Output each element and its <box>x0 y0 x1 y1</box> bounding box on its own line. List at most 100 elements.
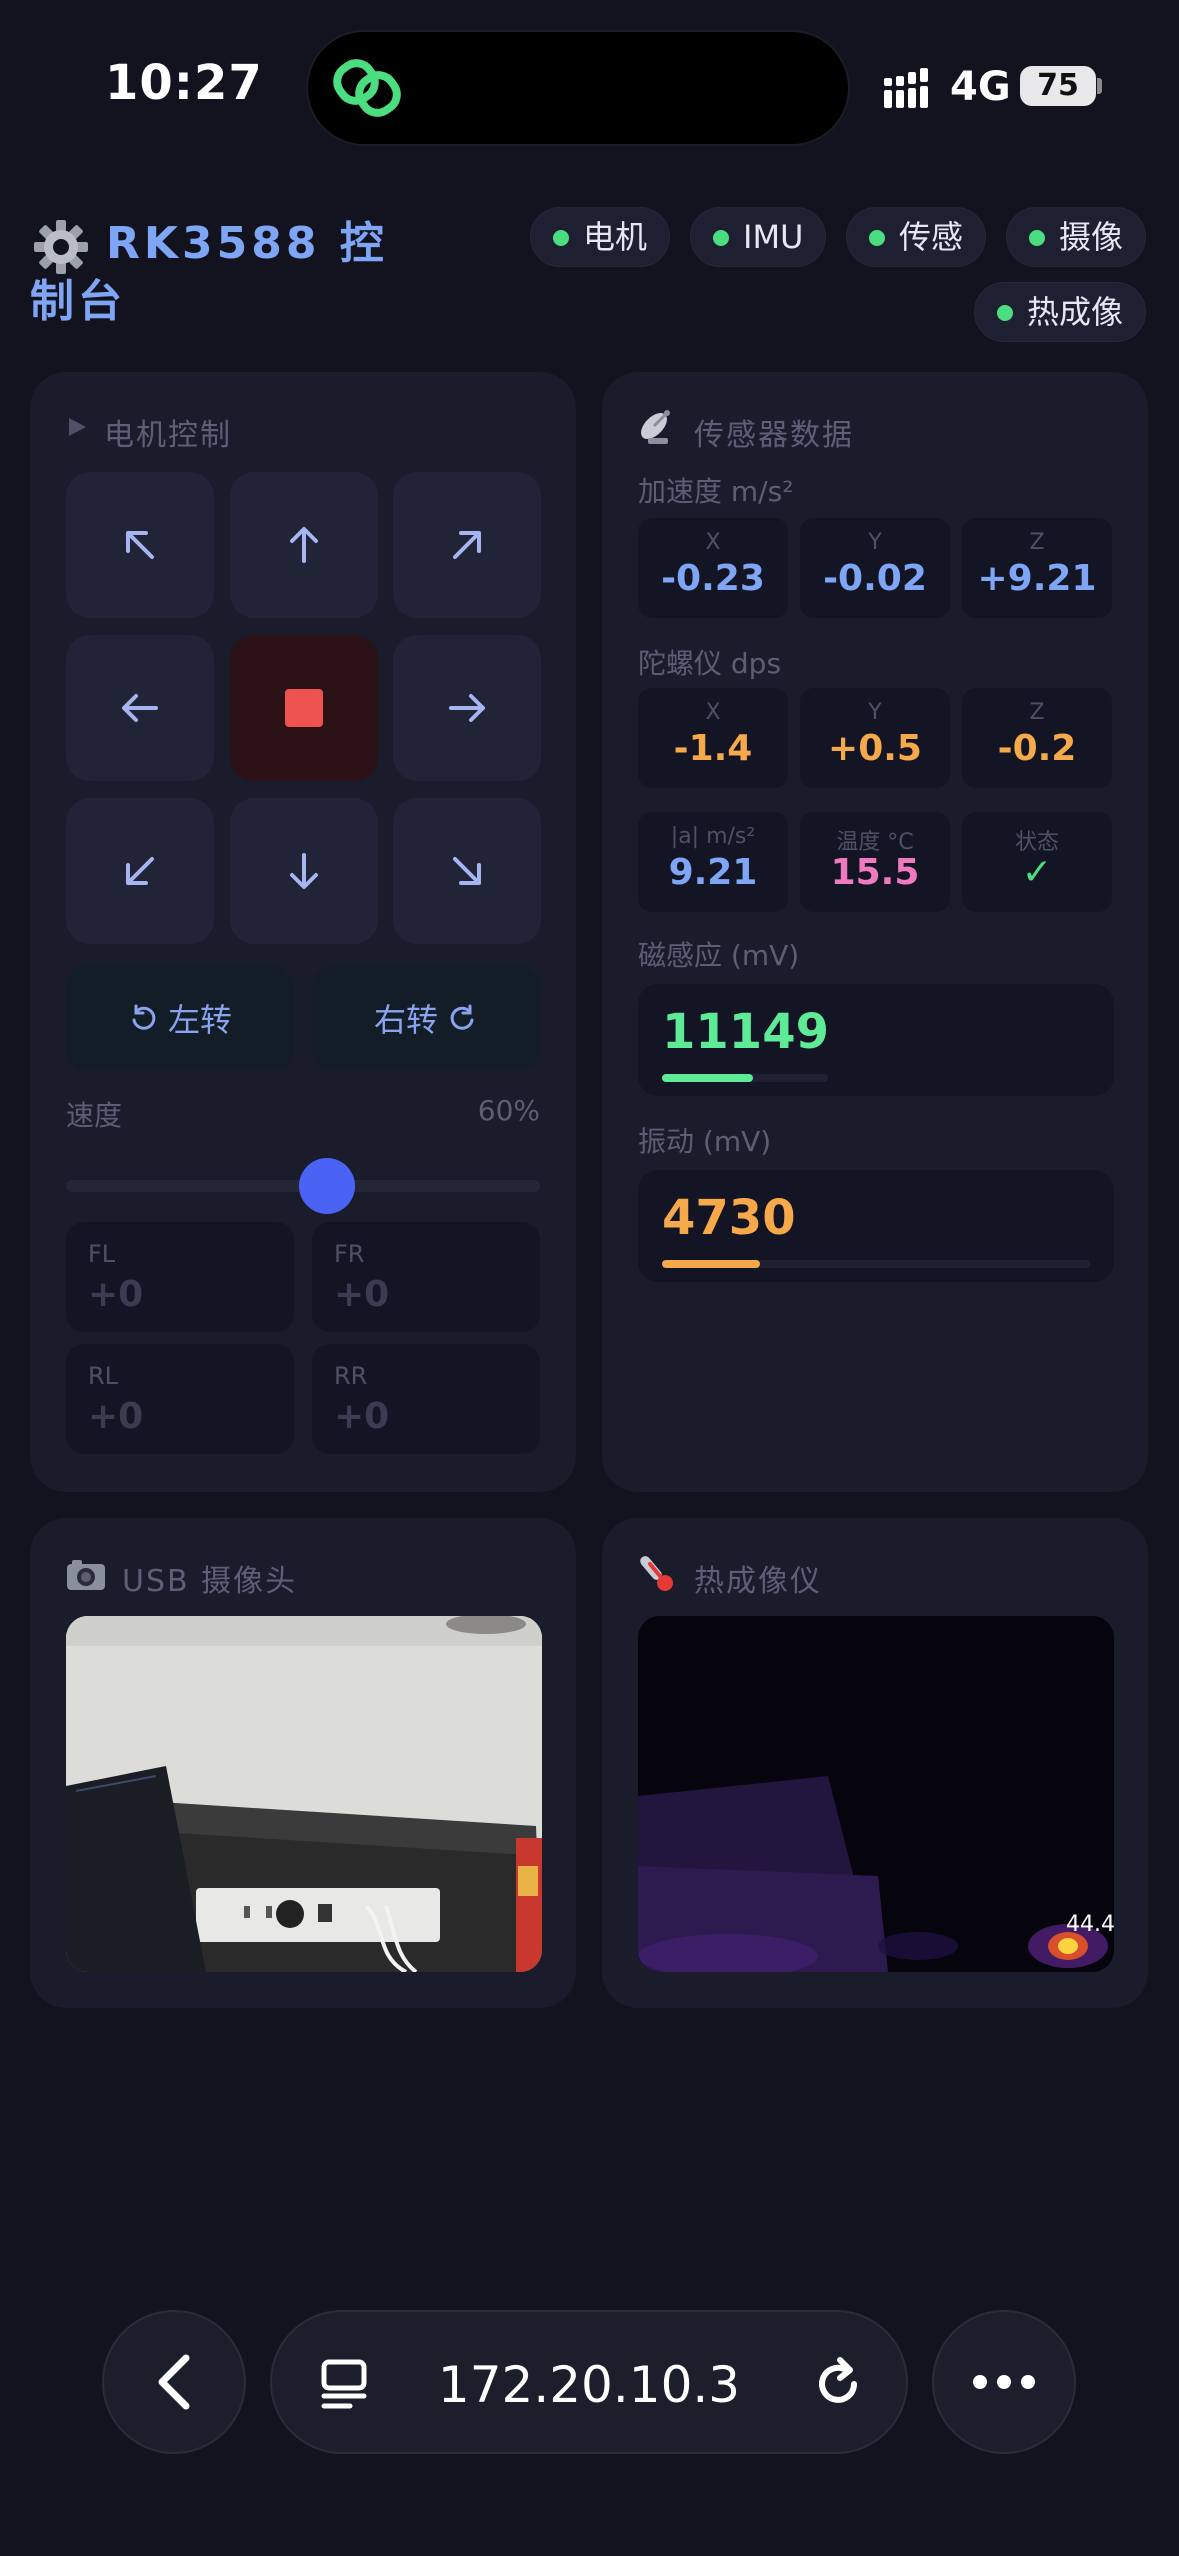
usb-camera-feed[interactable] <box>66 1616 542 1972</box>
gyro-label: 陀螺仪 dps <box>638 647 782 680</box>
stop-button[interactable] <box>230 635 378 781</box>
status-cell: 状态 ✓ <box>962 812 1112 912</box>
wheel-fl: FL +0 <box>66 1222 294 1332</box>
magnetic-box: 11149 <box>638 984 1114 1096</box>
reload-icon[interactable] <box>810 2356 866 2412</box>
gyro-y-cell: Y +0.5 <box>800 688 950 788</box>
arrow-left-icon <box>122 694 158 722</box>
usb-camera-card: USB 摄像头 <box>30 1518 576 2008</box>
status-dot <box>869 230 885 246</box>
card-title: 热成像仪 <box>694 1564 822 1599</box>
status-dot <box>997 305 1013 321</box>
status-pill-label: 电机 <box>583 218 648 256</box>
arrow-down-icon <box>290 853 318 889</box>
axis-label: Y <box>868 700 882 725</box>
move-up-right-button[interactable] <box>393 472 541 618</box>
signal-icon <box>884 68 928 108</box>
play-icon <box>69 418 86 436</box>
gyro-z-cell: Z -0.2 <box>962 688 1112 788</box>
vibration-value: 4730 <box>662 1190 796 1246</box>
accel-label: 加速度 m/s² <box>638 475 794 508</box>
accel-magnitude-value: 9.21 <box>668 852 758 893</box>
accel-x-cell: X -0.23 <box>638 518 788 618</box>
network-type: 4G <box>950 64 1011 110</box>
move-down-button[interactable] <box>230 798 378 944</box>
thermal-max-temp: 44.4 <box>1066 1912 1114 1937</box>
chevron-left-icon <box>158 2354 190 2410</box>
rotate-cw-icon <box>450 1004 474 1030</box>
wheel-label: FL <box>88 1240 116 1268</box>
magnitude-label: |a| m/s² <box>670 824 756 849</box>
arrow-up-right-icon <box>453 531 481 559</box>
rotate-ccw-icon <box>132 1004 156 1030</box>
checkmark-icon: ✓ <box>1021 852 1053 893</box>
camera-frame <box>66 1616 542 1972</box>
wheel-value: +0 <box>88 1274 144 1315</box>
satellite-dish-icon <box>641 410 670 444</box>
magnetic-label: 磁感应 (mV) <box>638 939 800 972</box>
status-dot <box>553 230 569 246</box>
speed-slider-thumb[interactable] <box>298 1158 355 1214</box>
rotate-left-label: 左转 <box>167 1001 232 1039</box>
link-app-icon <box>333 59 401 117</box>
arrow-up-left-icon <box>126 531 154 559</box>
move-up-left-button[interactable] <box>66 472 214 618</box>
wheel-value: +0 <box>334 1396 390 1437</box>
thermal-camera-card: 热成像仪 44.4 <box>602 1518 1148 2008</box>
gyro-z-value: -0.2 <box>997 728 1077 769</box>
move-up-button[interactable] <box>230 472 378 618</box>
speed-label: 速度 <box>66 1099 123 1132</box>
vibration-label: 振动 (mV) <box>638 1125 772 1158</box>
vibration-bar <box>662 1260 1090 1268</box>
wheel-value: +0 <box>88 1396 144 1437</box>
status-pill-thermal: 热成像 <box>974 282 1147 342</box>
status-time: 10:27 <box>105 55 263 111</box>
temperature-cell: 温度 °C 15.5 <box>800 812 950 912</box>
magnetic-value: 11149 <box>662 1004 829 1060</box>
arrow-down-right-icon <box>453 857 481 885</box>
rotate-right-button[interactable]: 右转 <box>312 966 540 1070</box>
arrow-down-left-icon <box>126 857 154 885</box>
arrow-up-icon <box>290 527 318 563</box>
gyro-x-value: -1.4 <box>673 728 753 769</box>
thermometer-icon <box>640 1556 673 1591</box>
status-dot <box>713 230 729 246</box>
arrow-right-icon <box>449 694 485 722</box>
axis-label: X <box>705 700 721 725</box>
temperature-value: 15.5 <box>830 852 920 893</box>
status-dot <box>1029 230 1045 246</box>
vibration-box: 4730 <box>638 1170 1114 1282</box>
accel-y-cell: Y -0.02 <box>800 518 950 618</box>
more-button[interactable] <box>932 2310 1076 2454</box>
move-right-button[interactable] <box>393 635 541 781</box>
camera-icon <box>67 1560 105 1590</box>
status-pill-motor: 电机 <box>530 207 671 267</box>
sensor-data-card: 传感器数据 加速度 m/s² X -0.23 Y -0.02 Z +9.21 陀… <box>602 372 1148 1492</box>
move-left-button[interactable] <box>66 635 214 781</box>
status-pill-camera: 摄像 <box>1006 207 1147 267</box>
back-button[interactable] <box>102 2310 246 2454</box>
accel-magnitude-cell: |a| m/s² 9.21 <box>638 812 788 912</box>
rotate-right-label: 右转 <box>373 1001 438 1039</box>
move-down-left-button[interactable] <box>66 798 214 944</box>
wheel-rr: RR +0 <box>312 1344 540 1454</box>
stop-icon <box>285 689 323 727</box>
card-title: 传感器数据 <box>694 418 854 453</box>
wheel-rl: RL +0 <box>66 1344 294 1454</box>
accel-x-value: -0.23 <box>661 558 765 599</box>
address-bar[interactable]: 172.20.10.3 <box>270 2310 908 2454</box>
magnetic-bar <box>662 1074 828 1082</box>
accel-z-value: +9.21 <box>977 558 1097 599</box>
rotate-left-button[interactable]: 左转 <box>66 966 294 1070</box>
axis-label: Y <box>868 530 882 555</box>
thermal-camera-feed[interactable]: 44.4 <box>638 1616 1114 1972</box>
battery-nub <box>1097 78 1102 94</box>
status-pill-label: 摄像 <box>1059 218 1124 256</box>
status-pill-label: 传感 <box>899 218 964 256</box>
wheel-fr: FR +0 <box>312 1222 540 1332</box>
gyro-y-value: +0.5 <box>828 728 922 769</box>
wheel-label: RL <box>88 1362 119 1390</box>
magnetic-bar-fill <box>662 1074 754 1082</box>
accel-y-value: -0.02 <box>823 558 927 599</box>
move-down-right-button[interactable] <box>393 798 541 944</box>
